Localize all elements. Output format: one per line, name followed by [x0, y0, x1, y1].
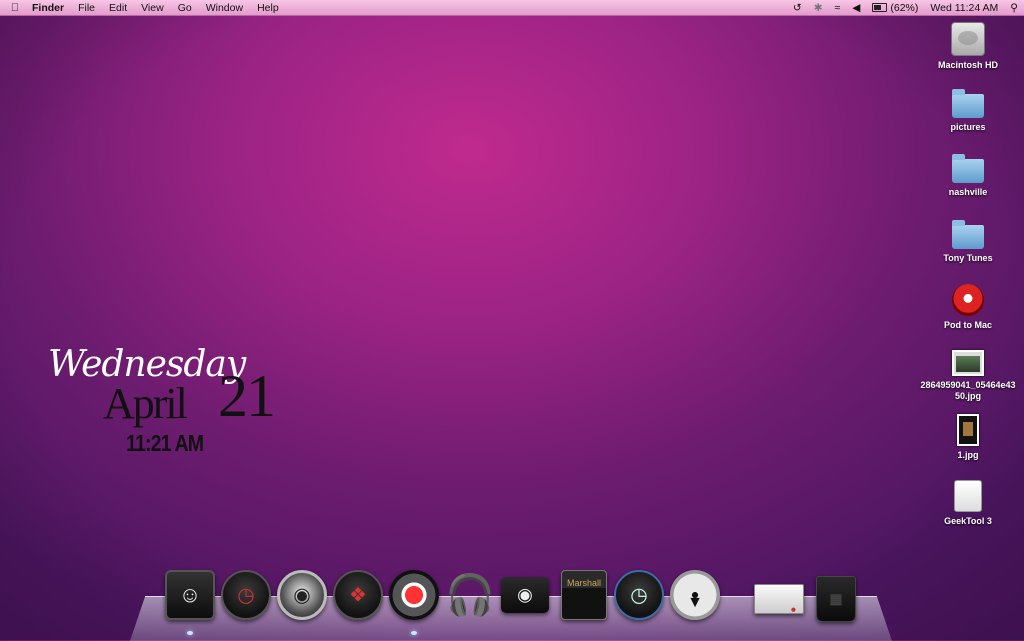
image-file-icon [957, 414, 979, 446]
desktop-icon-label: 2864959041_05464e4350.jpg [920, 380, 1016, 401]
dock-item-preview[interactable]: ● [754, 584, 804, 616]
dock-item-time-machine[interactable]: ◷ [614, 570, 664, 620]
pod-to-mac-icon [952, 284, 984, 316]
spotlight-icon[interactable]: ⚲ [1004, 2, 1024, 14]
widget-time: 11:21 AM [126, 430, 204, 456]
desktop-icon-label: nashville [948, 187, 988, 197]
folder-icon [952, 89, 984, 118]
menu-help[interactable]: Help [250, 2, 286, 14]
menu-app-name[interactable]: Finder [30, 2, 71, 14]
dock-item-dvd-player[interactable]: ▼ [670, 570, 720, 620]
image-file-icon [952, 350, 984, 376]
dock-item-finder[interactable]: ☺ [165, 570, 215, 620]
dvd-icon: ▼ [687, 593, 703, 611]
trash-icon: ▦ [829, 590, 843, 607]
amplifier-icon: Marshall [566, 578, 602, 588]
desktop-icon-label: Tony Tunes [943, 253, 993, 263]
menu-bar:  Finder File Edit View Go Window Help ↺… [0, 0, 1024, 16]
menu-view[interactable]: View [134, 2, 171, 14]
desktop-icon-image-file[interactable]: 2864959041_05464e4350.jpg [918, 350, 1018, 402]
desktop-icon-pod-to-mac[interactable]: Pod to Mac [918, 284, 1018, 330]
dock-item-iphoto[interactable]: ◉ [501, 577, 549, 613]
desktop-icon-label: 1.jpg [957, 450, 979, 460]
desktop-icon-label: Pod to Mac [943, 320, 992, 330]
battery-icon [872, 3, 888, 13]
dock-item-safari[interactable]: ❖ [333, 570, 383, 620]
wifi-icon[interactable]: ≈ [829, 2, 847, 14]
running-indicator [187, 631, 193, 635]
desktop-icon-label: Macintosh HD [937, 60, 998, 70]
desktop-icon-nashville[interactable]: nashville [918, 153, 1018, 197]
desktop-icon-geektool[interactable]: GeekTool 3 [918, 480, 1018, 526]
menu-window[interactable]: Window [199, 2, 250, 14]
wallpaper [0, 0, 1024, 640]
preview-icon: ● [790, 604, 797, 616]
desktop-icon-1-jpg[interactable]: 1.jpg [918, 414, 1018, 460]
widget-month: April [103, 379, 188, 428]
battery-status[interactable]: (62%) [866, 2, 924, 14]
safari-icon: ❖ [349, 584, 367, 607]
desktop-icon-pictures[interactable]: pictures [918, 88, 1018, 132]
dock-item-trash[interactable]: ▦ [816, 576, 856, 622]
desktop-icon-tony-tunes[interactable]: Tony Tunes [918, 219, 1018, 263]
clock[interactable]: Wed 11:24 AM [924, 2, 1004, 14]
folder-icon [952, 154, 984, 183]
menu-go[interactable]: Go [171, 2, 199, 14]
running-indicator [411, 631, 417, 635]
hard-drive-icon [951, 22, 985, 56]
dock-item-chrome[interactable] [389, 570, 439, 620]
finder-icon: ☺ [178, 582, 202, 607]
dock-item-garageband[interactable]: Marshall [561, 570, 607, 620]
dock-item-dashboard[interactable]: ◷ [221, 570, 271, 620]
widget-date: 21 [218, 363, 276, 429]
dashboard-icon: ◷ [237, 584, 255, 607]
time-machine-icon: ◷ [630, 584, 648, 607]
folder-icon [952, 220, 984, 249]
desktop-icon-label: pictures [950, 122, 986, 132]
bluetooth-icon[interactable]: ✱ [808, 2, 829, 14]
battery-label: (62%) [890, 1, 919, 14]
volume-icon[interactable]: ◀ [846, 2, 866, 14]
desktop-icon-macintosh-hd[interactable]: Macintosh HD [918, 22, 1018, 70]
camera-icon: ◉ [517, 584, 533, 605]
menu-file[interactable]: File [71, 2, 102, 14]
apple-menu-icon[interactable]:  [0, 2, 30, 14]
disk-image-icon [954, 480, 982, 512]
status-area: ↺ ✱ ≈ ◀ (62%) Wed 11:24 AM ⚲ [787, 2, 1024, 14]
menu-edit[interactable]: Edit [102, 2, 134, 14]
desktop-icon-label: GeekTool 3 [944, 516, 992, 526]
time-machine-icon[interactable]: ↺ [787, 2, 808, 14]
dock-item-itunes[interactable]: 🎧 [445, 570, 495, 620]
firefox-icon: ◉ [293, 584, 311, 607]
headphones-icon: 🎧 [445, 573, 495, 618]
dock-item-firefox[interactable]: ◉ [277, 570, 327, 620]
